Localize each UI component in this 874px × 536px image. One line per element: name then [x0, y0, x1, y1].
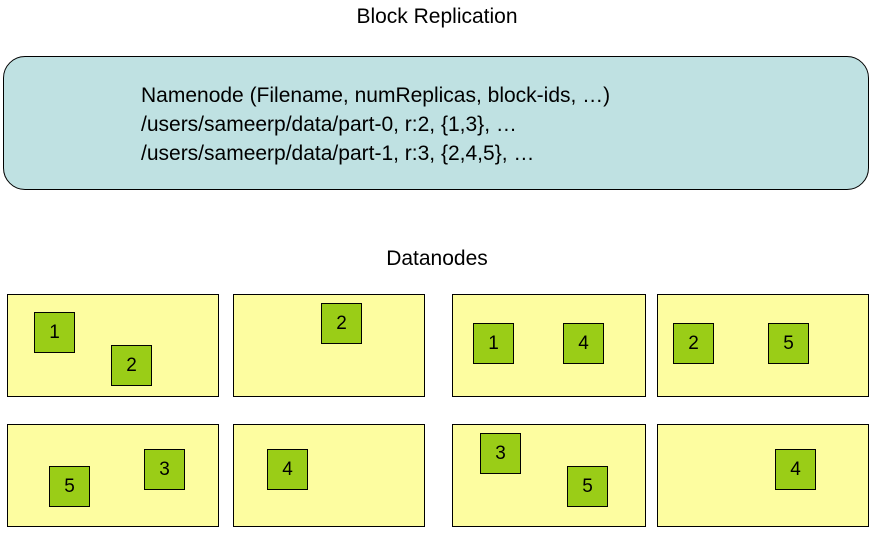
block-4[interactable]: 4 — [267, 449, 308, 490]
datanode-1[interactable]: 12 — [7, 294, 219, 397]
block-1[interactable]: 1 — [34, 312, 75, 353]
namenode-line-2: /users/sameerp/data/part-0, r:2, {1,3}, … — [141, 113, 517, 136]
page-title: Block Replication — [356, 5, 518, 28]
block-2[interactable]: 2 — [673, 323, 714, 364]
block-3[interactable]: 3 — [480, 433, 521, 474]
datanode-6[interactable]: 4 — [233, 424, 425, 527]
datanode-4[interactable]: 25 — [657, 294, 869, 397]
block-1[interactable]: 1 — [473, 323, 514, 364]
datanode-5[interactable]: 53 — [7, 424, 219, 527]
namenode-line-3: /users/sameerp/data/part-1, r:3, {2,4,5}… — [141, 142, 535, 165]
block-5[interactable]: 5 — [49, 466, 90, 507]
block-2[interactable]: 2 — [111, 345, 152, 386]
datanode-2[interactable]: 2 — [233, 294, 425, 397]
namenode-panel: Namenode (Filename, numReplicas, block-i… — [3, 56, 869, 190]
block-3[interactable]: 3 — [144, 449, 185, 490]
datanode-8[interactable]: 4 — [657, 424, 869, 527]
block-4[interactable]: 4 — [775, 449, 816, 490]
block-5[interactable]: 5 — [567, 466, 608, 507]
block-5[interactable]: 5 — [768, 323, 809, 364]
datanode-3[interactable]: 14 — [452, 294, 646, 397]
namenode-metadata-text: Namenode (Filename, numReplicas, block-i… — [141, 81, 610, 168]
datanodes-section-label: Datanodes — [386, 247, 488, 270]
block-4[interactable]: 4 — [563, 323, 604, 364]
datanode-7[interactable]: 35 — [452, 424, 646, 527]
namenode-line-1: Namenode (Filename, numReplicas, block-i… — [141, 84, 611, 107]
block-2[interactable]: 2 — [321, 303, 362, 344]
